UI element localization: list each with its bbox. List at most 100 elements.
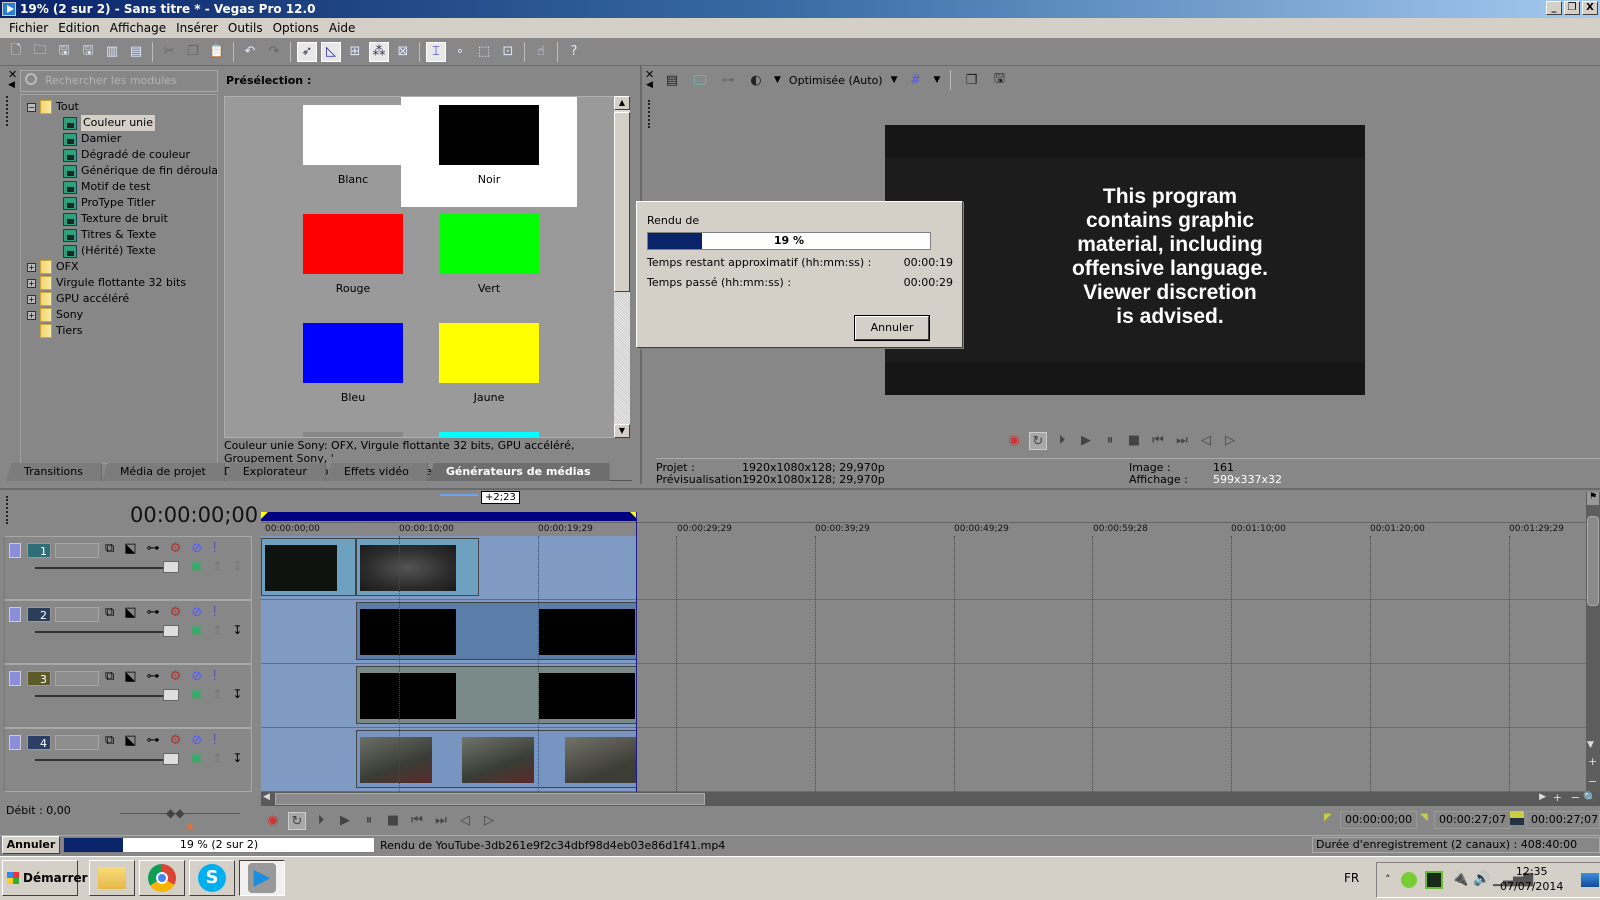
opacity-slider[interactable] (35, 759, 165, 761)
track-name-field[interactable] (55, 607, 99, 622)
make-compositing-child-icon[interactable]: ↧ (232, 623, 242, 637)
selection-start-field[interactable]: 00:00:00;00 (1340, 811, 1418, 829)
taskbar-vegas[interactable]: ▶ (239, 860, 285, 896)
copy-icon[interactable]: ❐ (183, 42, 203, 62)
track-header-2[interactable]: 2 ⧉ ⬕ ⊶ ⚙ ⊘! ▣ ↥ ↧ (4, 600, 252, 664)
selection-tool-icon[interactable]: ⬚ (474, 42, 494, 62)
preset-noir[interactable]: Noir (401, 97, 577, 207)
clock[interactable]: 12:35 07/07/2014 (1500, 864, 1563, 894)
track-motion-icon[interactable]: ▣ (191, 751, 202, 765)
menu-outils[interactable]: Outils (223, 21, 268, 35)
tree-node-ofx[interactable]: + OFX (27, 259, 79, 275)
opacity-slider[interactable] (35, 567, 165, 569)
tab-media-projet[interactable]: Média de projet (101, 463, 225, 481)
track-collapse-icon[interactable] (9, 607, 21, 622)
loop-icon[interactable]: ↻ (288, 812, 306, 830)
tab-generateurs-medias[interactable]: Générateurs de médias (427, 463, 610, 481)
make-compositing-parent-icon[interactable]: ↥ (212, 623, 222, 637)
timeline-vertical-scrollbar[interactable]: ⚑ ▼ + − (1586, 492, 1600, 792)
opacity-slider-knob[interactable] (163, 689, 179, 701)
track-name-field[interactable] (55, 735, 99, 750)
menu-inserer[interactable]: Insérer (171, 21, 223, 35)
scroll-thumb[interactable] (1587, 516, 1599, 606)
track-lane-2[interactable] (261, 600, 1586, 664)
play-icon[interactable]: ▶ (1077, 432, 1095, 450)
selection-length-field[interactable]: 00:00:27;07 (1526, 811, 1600, 829)
scroll-right-icon[interactable]: ▶ (1539, 792, 1546, 802)
motion-icon[interactable]: ⊶ (147, 669, 160, 684)
cancel-render-button[interactable]: Annuler (855, 316, 929, 340)
zoom-tool-icon[interactable]: 🔍 (1583, 791, 1597, 804)
selection-end-field[interactable]: 00:00:27;07 (1434, 811, 1512, 829)
menu-affichage[interactable]: Affichage (105, 21, 171, 35)
tree-item-titres-texte[interactable]: Titres & Texte (63, 227, 156, 243)
save-as-icon[interactable]: 🖫 (78, 42, 98, 62)
play-icon[interactable]: ▶ (336, 812, 354, 830)
zoom-in-icon[interactable]: + (1588, 755, 1597, 768)
tree-item-couleur-unie[interactable]: Couleur unie (63, 115, 155, 131)
taskbar-chrome[interactable] (139, 860, 185, 896)
start-button[interactable]: Démarrer (2, 860, 88, 896)
scroll-left-icon[interactable]: ◀ (263, 792, 270, 802)
tree-item-texture-bruit[interactable]: Texture de bruit (63, 211, 168, 227)
snap-icon[interactable]: ⊞ (345, 42, 365, 62)
preview-grip[interactable] (648, 100, 654, 128)
language-indicator[interactable]: FR (1344, 871, 1359, 885)
auto-crossfade-icon[interactable]: ⊠ (393, 42, 413, 62)
tree-node-gpu[interactable]: + GPU accéléré (27, 291, 129, 307)
skype-tray-icon[interactable] (1401, 872, 1417, 888)
menu-aide[interactable]: Aide (324, 21, 361, 35)
scroll-down-icon[interactable]: ▼ (614, 424, 630, 438)
menu-edition[interactable]: Edition (53, 21, 105, 35)
make-compositing-child-icon[interactable]: ↧ (232, 687, 242, 701)
envelope-tool-icon[interactable]: ∘ (450, 42, 470, 62)
preset-cyan[interactable] (401, 424, 577, 437)
overlays-icon[interactable]: # (906, 70, 926, 90)
timeline-horizontal-scrollbar[interactable]: ◀ ▶ + − 🔍 (261, 791, 1600, 806)
tree-item-generique[interactable]: Générique de fin déroulant (63, 163, 217, 179)
copy-snapshot-icon[interactable]: ❐ (961, 70, 981, 90)
scroll-up-icon[interactable]: ▲ (614, 96, 630, 110)
stop-icon[interactable]: ■ (1125, 432, 1143, 450)
make-compositing-child-icon[interactable]: ↧ (232, 751, 242, 765)
paste-icon[interactable]: 📋 (207, 42, 227, 62)
expand-icon[interactable]: + (27, 294, 36, 304)
whats-this-icon[interactable]: ? (564, 42, 584, 62)
taskbar-skype[interactable]: S (189, 860, 235, 896)
pause-icon[interactable]: ⏸ (1101, 432, 1119, 450)
go-to-end-icon[interactable]: ⏭ (432, 812, 450, 830)
zoom-out-icon[interactable]: − (1588, 775, 1597, 788)
play-from-start-icon[interactable]: ⏵ (1053, 432, 1071, 450)
tree-item-protype[interactable]: ProType Titler (63, 195, 155, 211)
track-name-field[interactable] (55, 671, 99, 686)
track-header-1[interactable]: 1 ⧉ ⬕ ⊶ ⚙ ⊘! ▣ ↥ ↧ (4, 536, 252, 600)
open-icon[interactable]: 🗀 (30, 42, 50, 62)
video-clip[interactable] (261, 538, 356, 596)
marker-flag-icon[interactable]: ⚑ (1587, 492, 1599, 505)
track-header-4[interactable]: 4 ⧉ ⬕ ⊶ ⚙ ⊘! ▣ ↥ ↧ (4, 728, 252, 792)
track-header-3[interactable]: 3 ⧉ ⬕ ⊶ ⚙ ⊘! ▣ ↥ ↧ (4, 664, 252, 728)
tree-node-tiers[interactable]: Tiers (40, 323, 82, 339)
show-hidden-icons[interactable]: ˄ (1385, 873, 1391, 886)
volume-icon[interactable]: 🔊 (1473, 871, 1490, 887)
preview-collapse-icon[interactable]: ◀ (646, 80, 653, 90)
opacity-slider[interactable] (35, 631, 165, 633)
pan-crop-icon[interactable]: ⬕ (124, 733, 136, 748)
next-frame-icon[interactable]: ▷ (1221, 432, 1239, 450)
motion-icon[interactable]: ⊶ (147, 733, 160, 748)
zoom-out-horizontal-icon[interactable]: − (1571, 791, 1580, 804)
composite-mode-icon[interactable]: ⧉ (105, 669, 114, 684)
scroll-down-icon[interactable]: ▼ (1587, 740, 1594, 750)
composite-mode-icon[interactable]: ⧉ (105, 605, 114, 620)
cancel-render-status-button[interactable]: Annuler (2, 836, 60, 854)
collapse-icon[interactable]: − (27, 102, 36, 112)
loop-icon[interactable]: ↻ (1029, 432, 1047, 450)
taskbar-explorer[interactable] (89, 860, 135, 896)
track-motion-icon[interactable]: ▣ (191, 559, 202, 573)
go-to-start-icon[interactable]: ⏮ (1149, 432, 1167, 450)
track-lane-4[interactable] (261, 728, 1586, 792)
pan-crop-icon[interactable]: ⬕ (124, 669, 136, 684)
scroll-thumb[interactable] (614, 112, 630, 292)
module-search-input[interactable]: Rechercher les modules (20, 70, 218, 92)
expand-icon[interactable]: + (27, 278, 36, 288)
